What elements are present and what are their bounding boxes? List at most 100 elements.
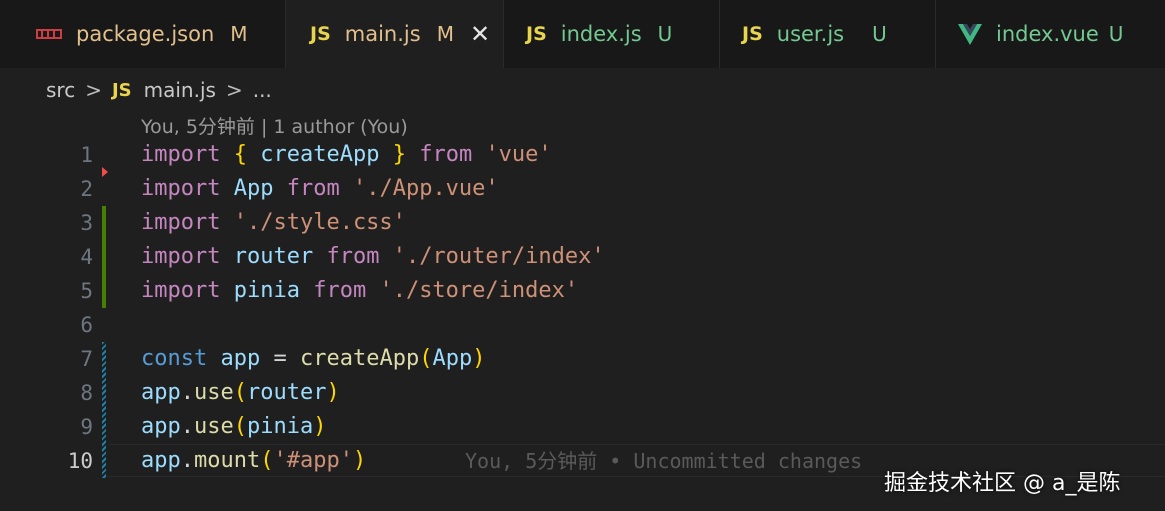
close-icon[interactable]: ✕ — [470, 20, 490, 48]
breadcrumb-file[interactable]: main.js — [144, 78, 216, 102]
line-number: 7 — [80, 347, 93, 371]
tab-index-vue[interactable]: index.vue U — [936, 0, 1165, 68]
code-text[interactable]: app.use(pinia) — [141, 410, 326, 444]
code-token: from — [286, 176, 340, 201]
breadcrumb: src > JS main.js > ... — [46, 76, 272, 104]
code-line[interactable]: 4 import router from './router/index' — [0, 240, 1165, 274]
code-line[interactable]: 6 — [0, 308, 1165, 342]
code-text[interactable]: app.use(router) — [141, 376, 340, 410]
git-blame-codelens[interactable]: You, 5分钟前 | 1 author (You) — [141, 112, 408, 139]
watermark: 掘金技术社区 @ a_是陈 — [884, 471, 1121, 496]
code-token: 'vue' — [485, 142, 552, 167]
js-icon: JS — [310, 23, 331, 45]
inline-blame-annotation: You, 5分钟前 • Uncommitted changes — [465, 449, 863, 473]
line-number: 4 — [80, 245, 93, 269]
code-token: ( — [419, 346, 433, 371]
code-line[interactable]: 5 import pinia from './store/index' — [0, 274, 1165, 308]
breadcrumb-folder[interactable]: src — [46, 78, 75, 102]
code-token: createApp — [260, 142, 380, 167]
json-icon — [36, 27, 62, 41]
tab-label: index.js — [560, 22, 642, 46]
code-token: import — [141, 278, 221, 303]
tab-package-json[interactable]: package.json M — [0, 0, 286, 68]
code-token: './style.css' — [233, 210, 406, 235]
code-token: . — [180, 448, 194, 473]
code-text[interactable]: import './style.css' — [141, 206, 406, 240]
code-token: router — [233, 244, 314, 269]
line-number: 10 — [67, 449, 93, 473]
code-token: ( — [233, 414, 247, 439]
editor-tab-bar: package.json M JS main.js M ✕ JS index.j… — [0, 0, 1165, 68]
code-token: App — [432, 346, 473, 371]
code-token: from — [326, 244, 380, 269]
code-token: import — [141, 244, 221, 269]
code-token: router — [247, 380, 327, 405]
code-token: app — [141, 414, 181, 439]
js-icon: JS — [742, 23, 763, 45]
code-text[interactable]: app.mount('#app') — [141, 444, 366, 478]
code-token: { — [233, 142, 247, 167]
code-line[interactable]: 3 import './style.css' — [0, 206, 1165, 240]
code-token: ) — [472, 346, 486, 371]
code-text[interactable]: const app = createApp(App) — [141, 342, 485, 376]
line-number: 8 — [80, 381, 93, 405]
code-token: ) — [326, 380, 340, 405]
tab-label: index.vue — [996, 22, 1099, 46]
code-token: pinia — [233, 278, 300, 303]
vue-icon — [958, 23, 982, 45]
code-text[interactable]: import pinia from './store/index' — [141, 274, 578, 308]
code-token: createApp — [299, 346, 420, 371]
code-token: ( — [260, 448, 274, 473]
code-token: import — [141, 142, 221, 167]
line-number: 1 — [80, 143, 93, 167]
code-token: './App.vue' — [352, 176, 499, 201]
tab-index-js[interactable]: JS index.js U — [504, 0, 720, 68]
code-token: use — [194, 414, 234, 439]
code-token: from — [419, 142, 473, 167]
code-text[interactable]: import App from './App.vue' — [141, 172, 499, 206]
tab-main-js[interactable]: JS main.js M ✕ — [286, 0, 504, 68]
git-status-badge: U — [657, 22, 673, 46]
tab-label: main.js — [344, 22, 421, 46]
code-token: const — [141, 346, 208, 371]
git-status-badge: M — [436, 22, 454, 46]
tab-user-js[interactable]: JS user.js U — [720, 0, 936, 68]
git-status-badge: U — [1108, 22, 1124, 46]
code-token: = — [260, 346, 300, 371]
code-line[interactable]: 7 const app = createApp(App) — [0, 342, 1165, 376]
code-token: './router/index' — [392, 244, 605, 269]
line-number: 6 — [80, 313, 93, 337]
code-token: } — [392, 142, 406, 167]
js-icon: JS — [526, 23, 547, 45]
code-line[interactable]: 2 import App from './App.vue' — [0, 172, 1165, 206]
code-text[interactable]: import router from './router/index' — [141, 240, 605, 274]
line-number: 5 — [80, 279, 93, 303]
git-status-badge: U — [872, 22, 887, 46]
code-line[interactable]: 1 import { createApp } from 'vue' — [0, 138, 1165, 172]
code-token: '#app' — [273, 448, 353, 473]
line-number: 9 — [80, 415, 93, 439]
breadcrumb-more[interactable]: ... — [253, 78, 272, 102]
code-line[interactable]: 8 app.use(router) — [0, 376, 1165, 410]
js-icon: JS — [111, 79, 132, 101]
code-line[interactable]: 9 app.use(pinia) — [0, 410, 1165, 444]
code-token: ( — [233, 380, 247, 405]
chevron-right-icon: > — [225, 78, 243, 102]
code-token: app — [141, 380, 181, 405]
code-text[interactable]: import { createApp } from 'vue' — [141, 138, 552, 172]
line-number: 3 — [80, 211, 93, 235]
